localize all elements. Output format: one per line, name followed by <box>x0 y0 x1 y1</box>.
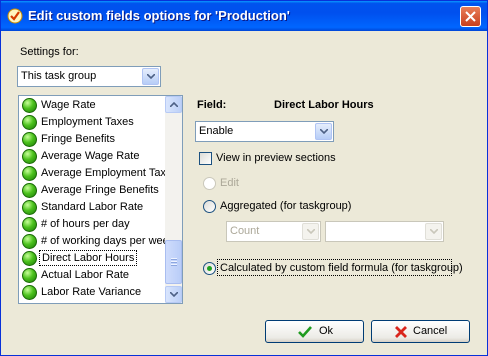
list-item-label: # of hours per day <box>41 218 130 230</box>
cancel-button[interactable]: Cancel <box>371 320 470 343</box>
field-state-value: Enable <box>199 125 234 137</box>
list-item[interactable]: Wage Rate <box>21 97 164 114</box>
calculated-radio[interactable] <box>203 262 216 275</box>
list-scrollbar[interactable] <box>165 96 182 303</box>
custom-fields-list[interactable]: Wage Rate Employment Taxes Fringe Benefits… <box>18 95 183 304</box>
list-item[interactable]: # of working days per wee <box>21 233 169 250</box>
aggregated-label[interactable]: Aggregated (for taskgroup) <box>220 200 351 212</box>
green-dot-icon <box>22 217 37 232</box>
dialog-window: Edit custom fields options for 'Producti… <box>0 0 488 356</box>
chevron-down-icon <box>170 292 178 297</box>
list-item-label: # of working days per wee <box>41 235 169 247</box>
settings-for-label: Settings for: <box>20 46 79 58</box>
list-item[interactable]: Actual Labor Rate <box>21 267 164 284</box>
aggregated-radio[interactable] <box>203 200 216 213</box>
list-item-label: Employment Taxes <box>41 116 134 128</box>
green-dot-icon <box>22 234 37 249</box>
close-button[interactable] <box>460 6 481 27</box>
list-item[interactable]: Average Wage Rate <box>21 148 164 165</box>
green-dot-icon <box>22 268 37 283</box>
edit-label: Edit <box>220 177 239 189</box>
list-item-label: Labor Rate Variance <box>41 286 142 298</box>
field-label: Field: <box>197 99 227 111</box>
list-item-label: Wage Rate <box>41 99 96 111</box>
window-title: Edit custom fields options for 'Producti… <box>28 8 290 23</box>
view-in-preview-checkbox[interactable] <box>199 152 212 165</box>
green-dot-icon <box>22 285 37 300</box>
field-state-select[interactable]: Enable <box>195 121 334 142</box>
green-dot-icon <box>22 132 37 147</box>
list-item-label: Fringe Benefits <box>41 133 115 145</box>
chevron-up-icon <box>170 102 178 107</box>
scroll-thumb[interactable] <box>165 240 182 284</box>
chevron-down-icon[interactable] <box>425 223 442 240</box>
green-dot-icon <box>22 166 37 181</box>
list-item-label: Standard Labor Rate <box>41 201 144 213</box>
edit-radio[interactable] <box>203 177 216 190</box>
list-item-label: Actual Labor Rate <box>41 269 130 281</box>
cancel-label: Cancel <box>413 325 448 337</box>
list-item[interactable]: Fringe Benefits <box>21 131 164 148</box>
chevron-down-icon[interactable] <box>315 123 332 140</box>
aggregate-function-select[interactable]: Count <box>226 221 321 242</box>
list-item[interactable]: Direct Labor Hours <box>21 250 164 267</box>
list-item-label: Average Employment Taxe <box>41 167 173 179</box>
view-in-preview-label[interactable]: View in preview sections <box>216 152 336 164</box>
green-dot-icon <box>22 183 37 198</box>
green-dot-icon <box>22 98 37 113</box>
calculated-label[interactable]: Calculated by custom field formula (for … <box>220 262 463 274</box>
green-dot-icon <box>22 115 37 130</box>
checkmark-icon <box>298 326 312 338</box>
red-x-icon <box>395 326 407 338</box>
scroll-down-button[interactable] <box>165 286 182 303</box>
list-item[interactable]: Employment Taxes <box>21 114 164 131</box>
list-item[interactable]: Average Fringe Benefits <box>21 182 164 199</box>
green-dot-icon <box>22 251 37 266</box>
chevron-down-icon[interactable] <box>142 68 159 85</box>
check-shield-icon <box>7 8 23 24</box>
title-bar[interactable]: Edit custom fields options for 'Producti… <box>1 1 487 31</box>
list-item-label: Direct Labor Hours <box>39 250 138 266</box>
settings-for-value: This task group <box>21 70 97 82</box>
list-item-label: Average Fringe Benefits <box>41 184 159 196</box>
list-item[interactable]: Average Employment Taxe <box>21 165 172 182</box>
green-dot-icon <box>22 200 37 215</box>
list-item[interactable]: # of hours per day <box>21 216 164 233</box>
list-item[interactable]: Standard Labor Rate <box>21 199 164 216</box>
settings-for-select[interactable]: This task group <box>17 66 161 87</box>
field-name: Direct Labor Hours <box>274 99 374 111</box>
close-icon <box>465 11 476 22</box>
radio-selected-dot <box>207 266 212 271</box>
aggregate-field-select[interactable] <box>325 221 444 242</box>
chevron-down-icon[interactable] <box>302 223 319 240</box>
aggregate-function-value: Count <box>230 225 260 237</box>
scroll-up-button[interactable] <box>165 96 182 113</box>
green-dot-icon <box>22 149 37 164</box>
list-item[interactable]: Labor Rate Variance <box>21 284 164 301</box>
ok-button[interactable]: Ok <box>265 320 364 343</box>
ok-label: Ok <box>319 325 334 337</box>
list-item-label: Average Wage Rate <box>41 150 140 162</box>
